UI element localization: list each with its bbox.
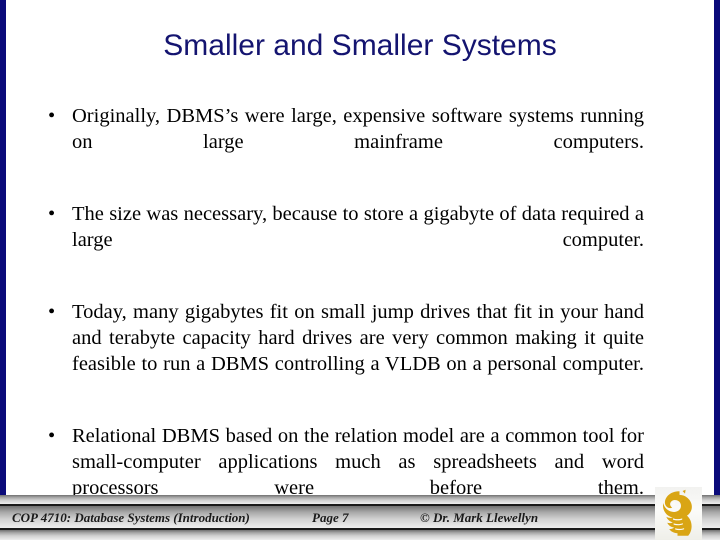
bullet-item: • The size was necessary, because to sto… — [46, 201, 644, 279]
footer-course-label: COP 4710: Database Systems (Introduction… — [12, 510, 250, 525]
presentation-slide: Smaller and Smaller Systems • Originally… — [0, 0, 720, 540]
bullet-item: • Today, many gigabytes fit on small jum… — [46, 299, 644, 403]
pegasus-eye — [671, 501, 676, 506]
bullet-marker-icon: • — [48, 425, 56, 447]
footer-bar-top — [0, 495, 720, 504]
footer-copyright: © Dr. Mark Llewellyn — [420, 510, 539, 525]
bullet-text: The size was necessary, because to store… — [72, 203, 644, 251]
right-accent-stripe — [714, 0, 720, 540]
slide-body: • Originally, DBMS’s were large, expensi… — [46, 103, 644, 527]
bullet-marker-icon: • — [48, 105, 56, 127]
left-accent-stripe — [0, 0, 6, 540]
bullet-marker-icon: • — [48, 203, 56, 225]
bullet-text: Originally, DBMS’s were large, expensive… — [72, 105, 644, 153]
bullet-marker-icon: • — [48, 301, 56, 323]
pegasus-icon — [662, 489, 692, 536]
bullet-item: • Originally, DBMS’s were large, expensi… — [46, 103, 644, 181]
slide-title: Smaller and Smaller Systems — [163, 29, 557, 62]
bullet-text: Today, many gigabytes fit on small jump … — [72, 301, 644, 375]
footer-page-number: Page 7 — [312, 510, 349, 525]
slide-footer: COP 4710: Database Systems (Introduction… — [0, 492, 720, 540]
footer-bar-bottom — [0, 530, 720, 540]
ucf-pegasus-logo — [655, 487, 702, 540]
